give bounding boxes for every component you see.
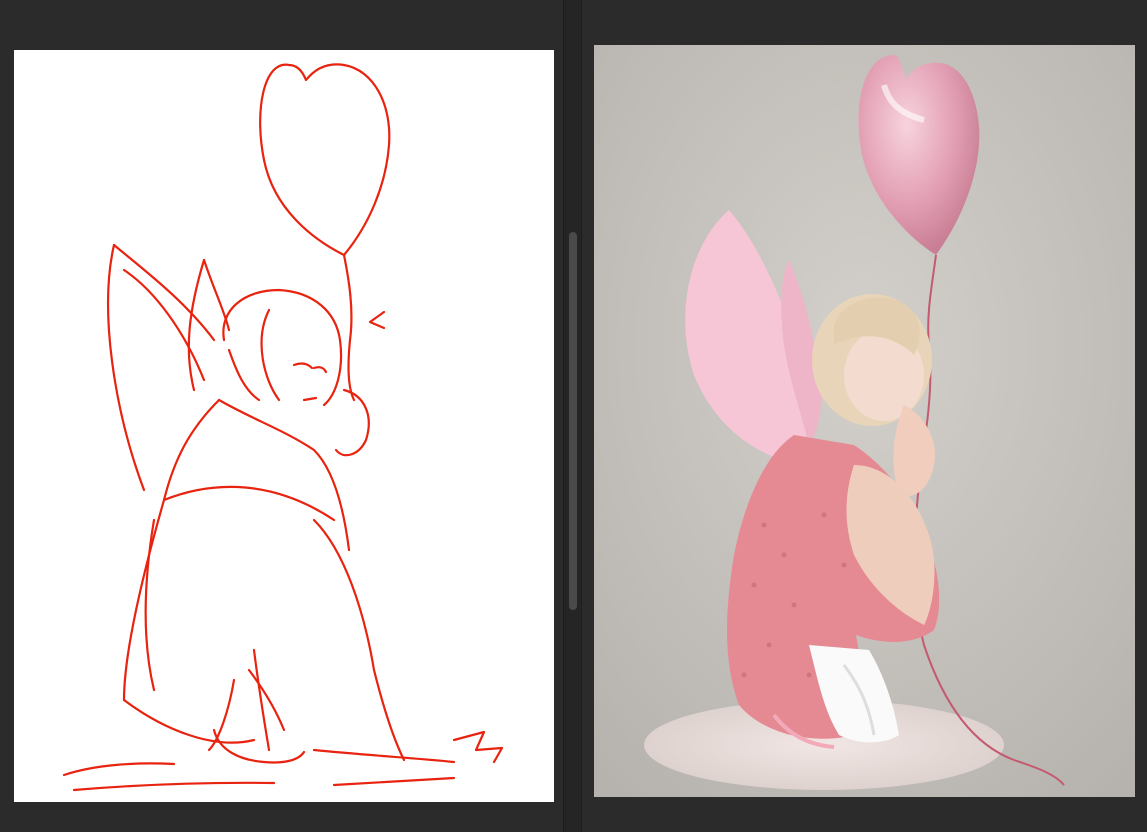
- sketch-leg: [312, 518, 406, 762]
- sketch-hand: [334, 388, 370, 457]
- sketch-pane[interactable]: [0, 0, 563, 832]
- sketch-shoe: [212, 728, 306, 764]
- sketch-balloon: [259, 63, 391, 257]
- sketch-head: [222, 288, 343, 407]
- sketch-drawing: [62, 63, 504, 792]
- sketch-canvas[interactable]: [14, 50, 554, 802]
- reference-photo-illustration: [594, 45, 1135, 797]
- art-workspace: [0, 0, 1147, 832]
- sketch-ground: [62, 762, 176, 777]
- sketch-dress-outline: [122, 398, 221, 702]
- sketch-balloon-string: [342, 253, 356, 402]
- reference-image[interactable]: [594, 45, 1135, 797]
- pane-splitter[interactable]: [563, 0, 582, 832]
- reference-pane[interactable]: [582, 0, 1147, 832]
- splitter-scroll-thumb[interactable]: [569, 232, 577, 610]
- sketch-arrow-mark: [368, 310, 386, 330]
